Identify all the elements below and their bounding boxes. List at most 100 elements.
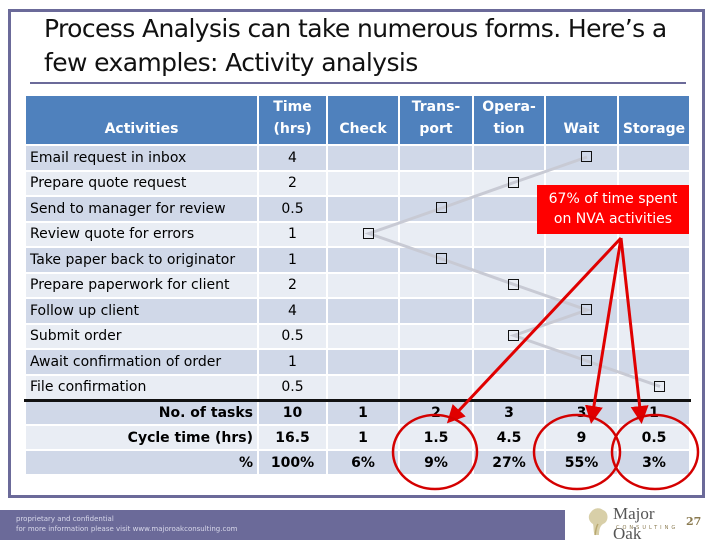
summary-label: No. of tasks <box>24 398 259 426</box>
summary-total-cell: 100% <box>257 449 328 476</box>
nva-callout: 67% of time spent on NVA activities <box>537 185 689 234</box>
step-marker-transport <box>436 202 447 213</box>
summary-storage-cell: 3% <box>617 449 691 476</box>
time-cell: 0.5 <box>257 195 328 223</box>
summary-transport-cell: 2 <box>398 398 474 426</box>
summary-total-cell: 16.5 <box>257 424 328 451</box>
wait-cell <box>544 322 619 350</box>
storage-cell <box>617 144 691 172</box>
operation-cell <box>472 373 546 401</box>
step-marker-operation <box>508 329 519 341</box>
storage-cell <box>617 297 691 325</box>
activity-cell: File confirmation <box>24 373 259 401</box>
header-transport: Trans-port <box>398 94 474 146</box>
check-cell <box>326 348 400 376</box>
callout-line-2: on NVA activities <box>553 211 673 227</box>
activity-cell: Await confirmation of order <box>24 348 259 376</box>
page-number: 27 <box>686 515 702 528</box>
transport-cell <box>398 348 474 376</box>
step-marker-operation <box>508 278 519 290</box>
summary-transport-cell: 9% <box>398 449 474 476</box>
activity-cell: Prepare quote request <box>24 169 259 197</box>
footer-text: proprietary and confidential for more in… <box>16 514 237 534</box>
check-cell <box>326 195 400 223</box>
summary-transport-cell: 1.5 <box>398 424 474 451</box>
storage-cell <box>617 246 691 274</box>
storage-cell <box>617 348 691 376</box>
footer-website: for more information please visit www.ma… <box>16 525 238 533</box>
summary-wait-cell: 9 <box>544 424 619 451</box>
step-marker-check <box>363 227 374 239</box>
summary-operation-cell: 27% <box>472 449 546 476</box>
check-cell <box>326 246 400 274</box>
callout-line-1: 67% of time spent <box>548 191 678 207</box>
summary-label: Cycle time (hrs) <box>24 424 259 451</box>
step-marker-storage <box>654 380 665 392</box>
transport-cell <box>398 297 474 325</box>
check-cell <box>326 373 400 401</box>
table-header-row: Activities Time (hrs) Check Trans-port Op… <box>24 94 691 146</box>
transport-cell <box>398 220 474 248</box>
header-operation: Opera-tion <box>472 94 546 146</box>
transport-cell <box>398 271 474 299</box>
time-cell: 1 <box>257 348 328 376</box>
time-cell: 0.5 <box>257 373 328 401</box>
storage-cell <box>617 271 691 299</box>
summary-wait-cell: 55% <box>544 449 619 476</box>
summary-storage-cell: 0.5 <box>617 424 691 451</box>
operation-cell <box>472 348 546 376</box>
wait-cell <box>544 246 619 274</box>
transport-cell <box>398 144 474 172</box>
header-storage: Storage <box>617 94 691 146</box>
summary-wait-cell: 3 <box>544 398 619 426</box>
summary-check-cell: 6% <box>326 449 400 476</box>
time-cell: 4 <box>257 144 328 172</box>
logo-name: Major Oak <box>613 504 655 543</box>
activity-cell: Email request in inbox <box>24 144 259 172</box>
operation-cell <box>472 246 546 274</box>
operation-cell <box>472 195 546 223</box>
header-wait: Wait <box>544 94 619 146</box>
transport-cell <box>398 373 474 401</box>
activity-cell: Follow up client <box>24 297 259 325</box>
check-cell <box>326 297 400 325</box>
activity-cell: Send to manager for review <box>24 195 259 223</box>
time-cell: 2 <box>257 169 328 197</box>
footer-confidential: proprietary and confidential <box>16 515 114 523</box>
company-logo: Major Oak CONSULTING <box>583 504 683 543</box>
header-activities: Activities <box>24 94 259 146</box>
table-row: Take paper back to originator 1 <box>24 246 691 274</box>
title-divider <box>30 82 686 84</box>
summary-operation-cell: 4.5 <box>472 424 546 451</box>
summary-check-cell: 1 <box>326 424 400 451</box>
check-cell <box>326 271 400 299</box>
time-cell: 4 <box>257 297 328 325</box>
summary-total-cell: 10 <box>257 398 328 426</box>
table-row: Submit order 0.5 <box>24 322 691 350</box>
activity-cell: Take paper back to originator <box>24 246 259 274</box>
summary-storage-cell: 1 <box>617 398 691 426</box>
time-cell: 1 <box>257 220 328 248</box>
oak-tree-icon <box>588 508 608 536</box>
wait-cell <box>544 271 619 299</box>
step-marker-transport <box>436 253 447 264</box>
operation-cell <box>472 144 546 172</box>
activity-cell: Submit order <box>24 322 259 350</box>
check-cell <box>326 169 400 197</box>
summary-row: No. of tasks 10 1 2 3 3 1 <box>24 398 691 426</box>
check-cell <box>326 322 400 350</box>
time-cell: 1 <box>257 246 328 274</box>
transport-cell <box>398 169 474 197</box>
summary-row: Cycle time (hrs) 16.5 1 1.5 4.5 9 0.5 <box>24 424 691 451</box>
summary-label: % <box>24 449 259 476</box>
operation-cell <box>472 220 546 248</box>
time-cell: 2 <box>257 271 328 299</box>
step-marker-wait <box>581 355 592 366</box>
activity-cell: Prepare paperwork for client <box>24 271 259 299</box>
step-marker-wait <box>581 304 592 315</box>
header-time: Time (hrs) <box>257 94 328 146</box>
time-cell: 0.5 <box>257 322 328 350</box>
wait-cell <box>544 373 619 401</box>
activity-cell: Review quote for errors <box>24 220 259 248</box>
step-marker-wait <box>581 151 592 162</box>
